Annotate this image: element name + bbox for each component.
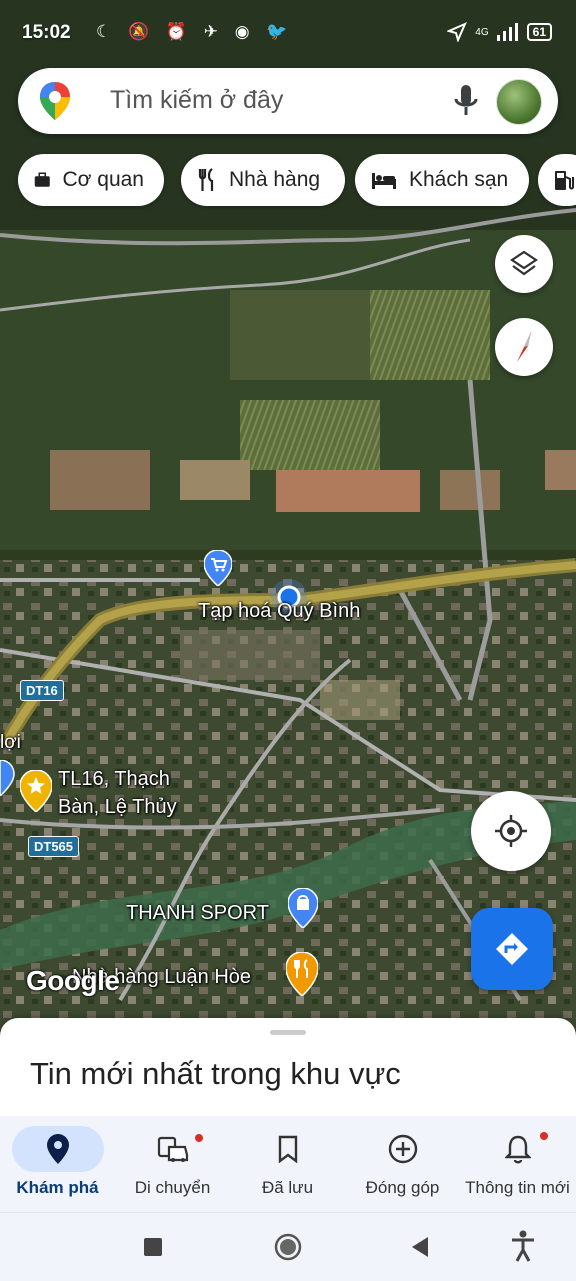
bell-icon xyxy=(504,1135,531,1164)
tab-thong-tin-moi[interactable]: Thông tin mới xyxy=(460,1116,575,1212)
microphone-icon[interactable] xyxy=(452,83,480,119)
location-label-line2[interactable]: Bàn, Lệ Thủy xyxy=(58,796,177,819)
partial-pin-icon[interactable] xyxy=(0,760,16,796)
tab-icon-wrap xyxy=(472,1126,564,1172)
notification-badge xyxy=(194,1134,203,1142)
compass-button[interactable] xyxy=(495,318,553,376)
road-shield-dt16: DT16 xyxy=(20,680,64,701)
search-bar[interactable]: Tìm kiếm ở đây xyxy=(18,68,558,134)
my-location-button[interactable] xyxy=(471,791,551,871)
chip-label: Khách sạn xyxy=(409,168,509,191)
chip-label: Nhà hàng xyxy=(229,168,321,191)
bookmark-icon xyxy=(278,1135,297,1163)
system-navigation-bar xyxy=(0,1212,576,1281)
battery-level: 61 xyxy=(526,23,552,41)
tab-dong-gop[interactable]: Đóng góp xyxy=(345,1116,460,1212)
fork-knife-icon xyxy=(198,168,214,191)
layers-icon xyxy=(510,250,538,276)
shopping-cart-pin-icon[interactable] xyxy=(204,550,232,586)
notification-badge xyxy=(539,1132,548,1140)
chip-nha-hang[interactable]: Nhà hàng xyxy=(181,154,345,206)
gas-station-icon xyxy=(555,171,574,190)
compass-icon xyxy=(517,332,531,362)
tab-icon-wrap xyxy=(357,1126,449,1172)
layers-button[interactable] xyxy=(495,235,553,293)
search-input[interactable]: Tìm kiếm ở đây xyxy=(110,86,283,115)
directions-button[interactable] xyxy=(471,908,553,990)
status-time: 15:02 xyxy=(22,22,71,43)
edge-map-label: lợi xyxy=(0,732,21,753)
chip-gas-station[interactable] xyxy=(538,154,576,206)
recents-icon[interactable] xyxy=(144,1238,162,1256)
bottom-sheet[interactable]: Tin mới nhất trong khu vực xyxy=(0,1018,576,1128)
google-maps-logo-icon xyxy=(40,82,70,120)
tab-label: Đóng góp xyxy=(365,1178,440,1197)
restaurant-pin-icon[interactable] xyxy=(286,952,318,996)
location-label-line1[interactable]: TL16, Thạch xyxy=(58,768,170,791)
tab-label: Khám phá xyxy=(16,1178,99,1197)
status-right: 4G 61 xyxy=(447,22,552,42)
sport-label[interactable]: THANH SPORT xyxy=(126,902,269,925)
tab-label: Đã lưu xyxy=(261,1178,314,1197)
add-circle-icon xyxy=(388,1134,417,1164)
briefcase-icon xyxy=(34,172,50,187)
commute-icon xyxy=(157,1136,188,1162)
directions-icon xyxy=(496,933,528,965)
notification-icons: ☾ 🔕 ⏰ ✈ ◉ 🐦 xyxy=(96,22,294,41)
sheet-title: Tin mới nhất trong khu vực xyxy=(30,1056,401,1091)
bed-icon xyxy=(372,173,396,189)
accessibility-icon[interactable] xyxy=(510,1230,536,1262)
chip-label: Cơ quan xyxy=(62,168,145,191)
chip-khach-san[interactable]: Khách sạn xyxy=(355,154,529,206)
store-label[interactable]: Tạp hoá Quý Bình xyxy=(198,600,360,623)
shopping-bag-pin-icon[interactable] xyxy=(288,888,318,928)
location-pin-icon xyxy=(46,1134,69,1164)
crosshair-icon xyxy=(495,815,527,847)
back-icon[interactable] xyxy=(410,1236,430,1258)
bottom-navigation: Khám phá Di chuyển Đã lưu Đóng góp Thông… xyxy=(0,1116,576,1212)
tab-icon-wrap xyxy=(242,1126,334,1172)
network-type: 4G xyxy=(475,26,489,38)
tab-kham-pha[interactable]: Khám phá xyxy=(0,1116,115,1212)
category-chips: Cơ quan Nhà hàng Khách sạn xyxy=(18,154,576,208)
avatar[interactable] xyxy=(496,79,542,125)
drag-handle[interactable] xyxy=(270,1030,306,1035)
tab-label: Thông tin mới xyxy=(465,1178,570,1197)
location-arrow-icon xyxy=(447,22,468,42)
chip-co-quan[interactable]: Cơ quan xyxy=(18,154,164,206)
tab-di-chuyen[interactable]: Di chuyển xyxy=(115,1116,230,1212)
tab-da-luu[interactable]: Đã lưu xyxy=(230,1116,345,1212)
signal-icon xyxy=(496,23,518,41)
google-watermark: Google xyxy=(26,965,120,996)
tab-icon-wrap xyxy=(11,1126,104,1172)
road-shield-dt565: DT565 xyxy=(28,836,80,857)
home-icon[interactable] xyxy=(274,1233,302,1261)
tab-icon-wrap xyxy=(127,1126,219,1172)
status-bar: 15:02 ☾ 🔕 ⏰ ✈ ◉ 🐦 4G 61 xyxy=(0,0,576,66)
tab-label: Di chuyển xyxy=(134,1178,211,1197)
location-star-pin-icon[interactable] xyxy=(20,770,52,812)
